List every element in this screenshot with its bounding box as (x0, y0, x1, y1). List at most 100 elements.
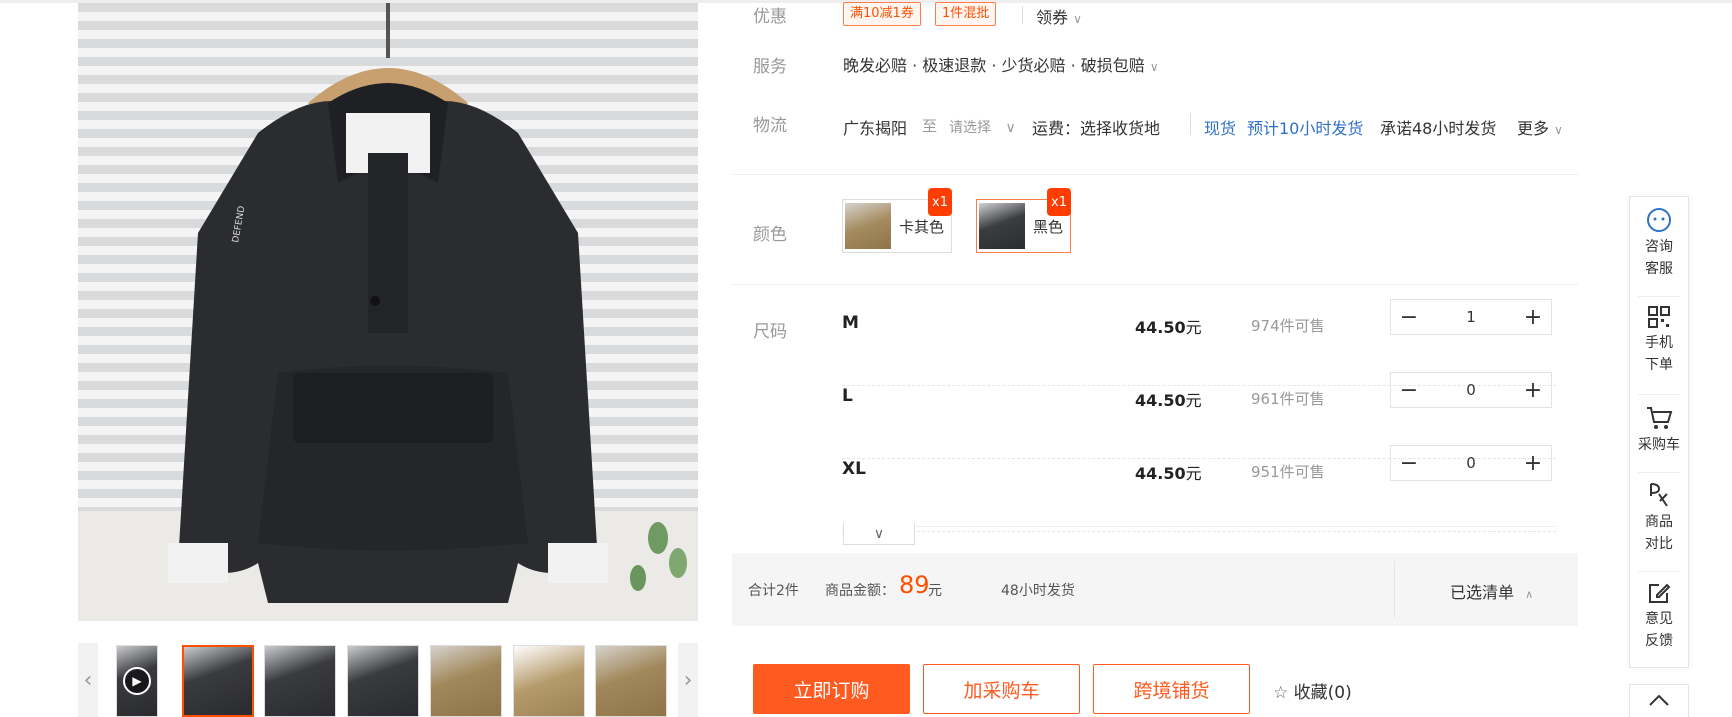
section-divider-top (732, 174, 1578, 175)
add-to-cart-button[interactable]: 加采购车 (923, 664, 1080, 714)
buy-now-button[interactable]: 立即订购 (753, 664, 910, 714)
sidebar-label: 商品 (1645, 514, 1673, 530)
sidebar-divider (1638, 394, 1680, 395)
ship-origin: 广东揭阳 (843, 119, 908, 138)
service-text[interactable]: 晚发必赔 · 极速退款 · 少货必赔 · 破损包赔 ∨ (843, 52, 1159, 76)
sidebar-label: 采购车 (1638, 437, 1680, 453)
size-label: 尺码 (753, 322, 787, 342)
quantity-input[interactable]: 0 (1427, 373, 1515, 407)
order-summary-bar: 合计2件 商品金额： 89 元 48小时发货 已选清单 ∧ (732, 553, 1578, 626)
favorite-label: 收藏(0) (1293, 683, 1352, 703)
sidebar-label: 下单 (1645, 357, 1673, 373)
sidebar-label: 对比 (1645, 536, 1673, 552)
sidebar-label: 意见 (1645, 611, 1673, 627)
thumbnail-strip: ‹ ▶ › (78, 643, 698, 717)
summary-divider (1394, 561, 1395, 618)
logistics-more[interactable]: 更多 ∨ (1517, 115, 1563, 139)
quantity-stepper: − 0 + (1390, 445, 1552, 481)
ship-to-label: 至 (922, 117, 938, 135)
thumbnail-5[interactable] (513, 645, 585, 717)
get-coupon-link[interactable]: 领券 ∨ (1036, 4, 1082, 28)
thumb-next-arrow-icon[interactable]: › (678, 643, 698, 717)
color-count-badge-black: x1 (1047, 188, 1071, 216)
sidebar-label: 客服 (1645, 261, 1673, 277)
size-stock: 951件可售 (1251, 463, 1325, 481)
size-price: 44.50元 (1135, 460, 1202, 484)
cart-icon (1630, 405, 1688, 431)
size-price-unit: 元 (1185, 318, 1202, 337)
sidebar-item-cart[interactable]: 采购车 (1630, 405, 1688, 456)
increment-button[interactable]: + (1515, 300, 1551, 334)
color-swatch-black (979, 203, 1025, 249)
back-to-top-button[interactable] (1629, 684, 1689, 717)
size-price-value: 44.50 (1135, 318, 1186, 337)
thumbnail-3[interactable] (347, 645, 419, 717)
selected-list-toggle[interactable]: 已选清单 ∧ (1450, 579, 1533, 603)
size-price-value: 44.50 (1135, 391, 1186, 410)
quantity-input[interactable]: 0 (1427, 446, 1515, 480)
quantity-input[interactable]: 1 (1427, 300, 1515, 334)
delivery-eta: 预计10小时发货 (1247, 119, 1364, 138)
quantity-stepper: − 0 + (1390, 372, 1552, 408)
size-price-value: 44.50 (1135, 464, 1186, 483)
promo-divider (1022, 6, 1023, 24)
feedback-icon (1630, 581, 1688, 605)
size-name: XL (842, 459, 866, 479)
destination-select[interactable]: 请选择 ∨ (949, 117, 1016, 137)
logistics-more-label: 更多 (1517, 119, 1550, 138)
service-guarantees: 晚发必赔 · 极速退款 · 少货必赔 · 破损包赔 (843, 56, 1145, 75)
sidebar-item-customer-service[interactable]: 咨询 客服 (1630, 207, 1688, 280)
color-swatch-khaki (845, 203, 891, 249)
delivery-promise: 承诺48小时发货 (1380, 119, 1497, 138)
chat-icon (1630, 207, 1688, 233)
size-price: 44.50元 (1135, 314, 1202, 338)
total-count: 合计2件 (748, 583, 799, 599)
thumbnail-2[interactable] (264, 645, 336, 717)
sidebar-item-feedback[interactable]: 意见 反馈 (1630, 581, 1688, 652)
amount-label: 商品金额： (825, 583, 895, 599)
color-option-khaki[interactable]: 卡其色 x1 (842, 188, 952, 253)
decrement-button[interactable]: − (1391, 300, 1427, 334)
increment-button[interactable]: + (1515, 446, 1551, 480)
star-icon: ☆ (1273, 683, 1289, 703)
sidebar-item-compare[interactable]: 商品 对比 (1630, 482, 1688, 555)
compare-icon (1630, 482, 1688, 508)
expand-sizes-chevron-down-icon[interactable]: ∨ (843, 523, 915, 545)
thumbnail-video[interactable]: ▶ (116, 645, 158, 717)
main-product-image[interactable]: DEFEND (78, 3, 698, 621)
favorite-button[interactable]: ☆ 收藏(0) (1273, 678, 1352, 703)
logistics-divider (1190, 113, 1191, 135)
sidebar-label: 手机 (1645, 335, 1673, 351)
size-name: L (842, 386, 853, 406)
color-name-khaki: 卡其色 (899, 217, 945, 236)
size-stock: 961件可售 (1251, 390, 1325, 408)
amount-value: 89 (899, 571, 930, 599)
size-price-unit: 元 (1185, 391, 1202, 410)
thumbnail-1[interactable] (182, 645, 254, 717)
sidebar-divider (1638, 571, 1680, 572)
increment-button[interactable]: + (1515, 373, 1551, 407)
color-label: 颜色 (753, 225, 787, 245)
sidebar-item-mobile-order[interactable]: 手机 下单 (1630, 305, 1688, 376)
promo-label: 优惠 (753, 7, 787, 27)
chevron-up-icon (1649, 694, 1669, 706)
sidebar-divider (1638, 472, 1680, 473)
more-chevron-down-icon: ∨ (1554, 123, 1563, 137)
cross-border-button[interactable]: 跨境铺货 (1093, 664, 1250, 714)
decrement-button[interactable]: − (1391, 446, 1427, 480)
promo-tag-mixed: 1件混批 (935, 2, 997, 26)
shipping-fee: 运费：选择收货地 (1032, 119, 1161, 138)
sidebar-divider (1638, 296, 1680, 297)
sidebar-label: 咨询 (1645, 239, 1673, 255)
thumbnail-6[interactable] (595, 645, 667, 717)
jacket-illustration: DEFEND (168, 3, 687, 603)
play-icon: ▶ (123, 667, 151, 695)
logistics-label: 物流 (753, 116, 787, 136)
size-list-bottom-edge (842, 526, 1556, 527)
selected-list-chevron-up-icon: ∧ (1525, 588, 1534, 601)
promo-tag-coupon[interactable]: 满10减1券 (843, 2, 921, 26)
color-option-black[interactable]: 黑色 x1 (976, 188, 1071, 253)
decrement-button[interactable]: − (1391, 373, 1427, 407)
thumb-prev-arrow-icon[interactable]: ‹ (78, 643, 98, 717)
thumbnail-4[interactable] (430, 645, 502, 717)
